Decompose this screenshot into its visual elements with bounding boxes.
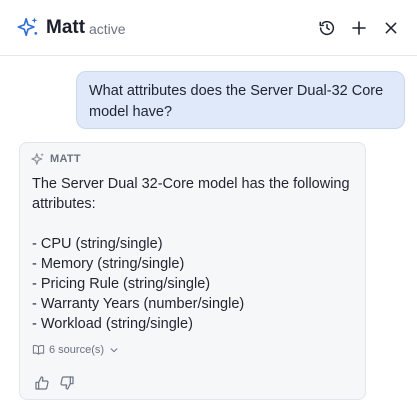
close-icon	[385, 22, 397, 34]
thumbs-up-icon[interactable]	[34, 375, 50, 391]
thumbs-down-icon[interactable]	[59, 375, 75, 391]
chat-panel: Matt active What attributes does the Ser…	[0, 0, 417, 412]
book-icon	[32, 344, 45, 355]
assistant-reply-card: MATT The Server Dual 32-Core model has t…	[19, 142, 366, 400]
reply-text: The Server Dual 32-Core model has the fo…	[32, 174, 352, 334]
history-button[interactable]	[315, 16, 339, 40]
sparkle-icon	[17, 17, 38, 37]
sources-toggle[interactable]: 6 source(s)	[32, 343, 119, 356]
feedback-bar	[34, 375, 84, 391]
user-message-bubble: What attributes does the Server Dual-32 …	[76, 71, 405, 129]
chat-header: Matt active	[0, 0, 417, 56]
chevron-down-icon	[110, 347, 118, 352]
history-icon	[319, 20, 335, 36]
attribute-item: - Workload (string/single)	[32, 316, 193, 332]
sparkle-icon	[31, 152, 45, 165]
attribute-item: - Memory (string/single)	[32, 256, 185, 272]
plus-icon	[352, 21, 366, 35]
assistant-status: active	[89, 21, 126, 37]
reply-author: MATT	[50, 153, 81, 165]
close-button[interactable]	[379, 16, 403, 40]
attribute-item: - Warranty Years (number/single)	[32, 296, 245, 312]
attribute-item: - CPU (string/single)	[32, 236, 163, 252]
reply-intro: The Server Dual 32-Core model has the fo…	[32, 176, 350, 212]
attribute-item: - Pricing Rule (string/single)	[32, 276, 211, 292]
reply-header: MATT	[31, 152, 81, 166]
new-chat-button[interactable]	[347, 16, 371, 40]
assistant-title: Matt	[46, 17, 86, 38]
sources-label: 6 source(s)	[49, 343, 105, 356]
